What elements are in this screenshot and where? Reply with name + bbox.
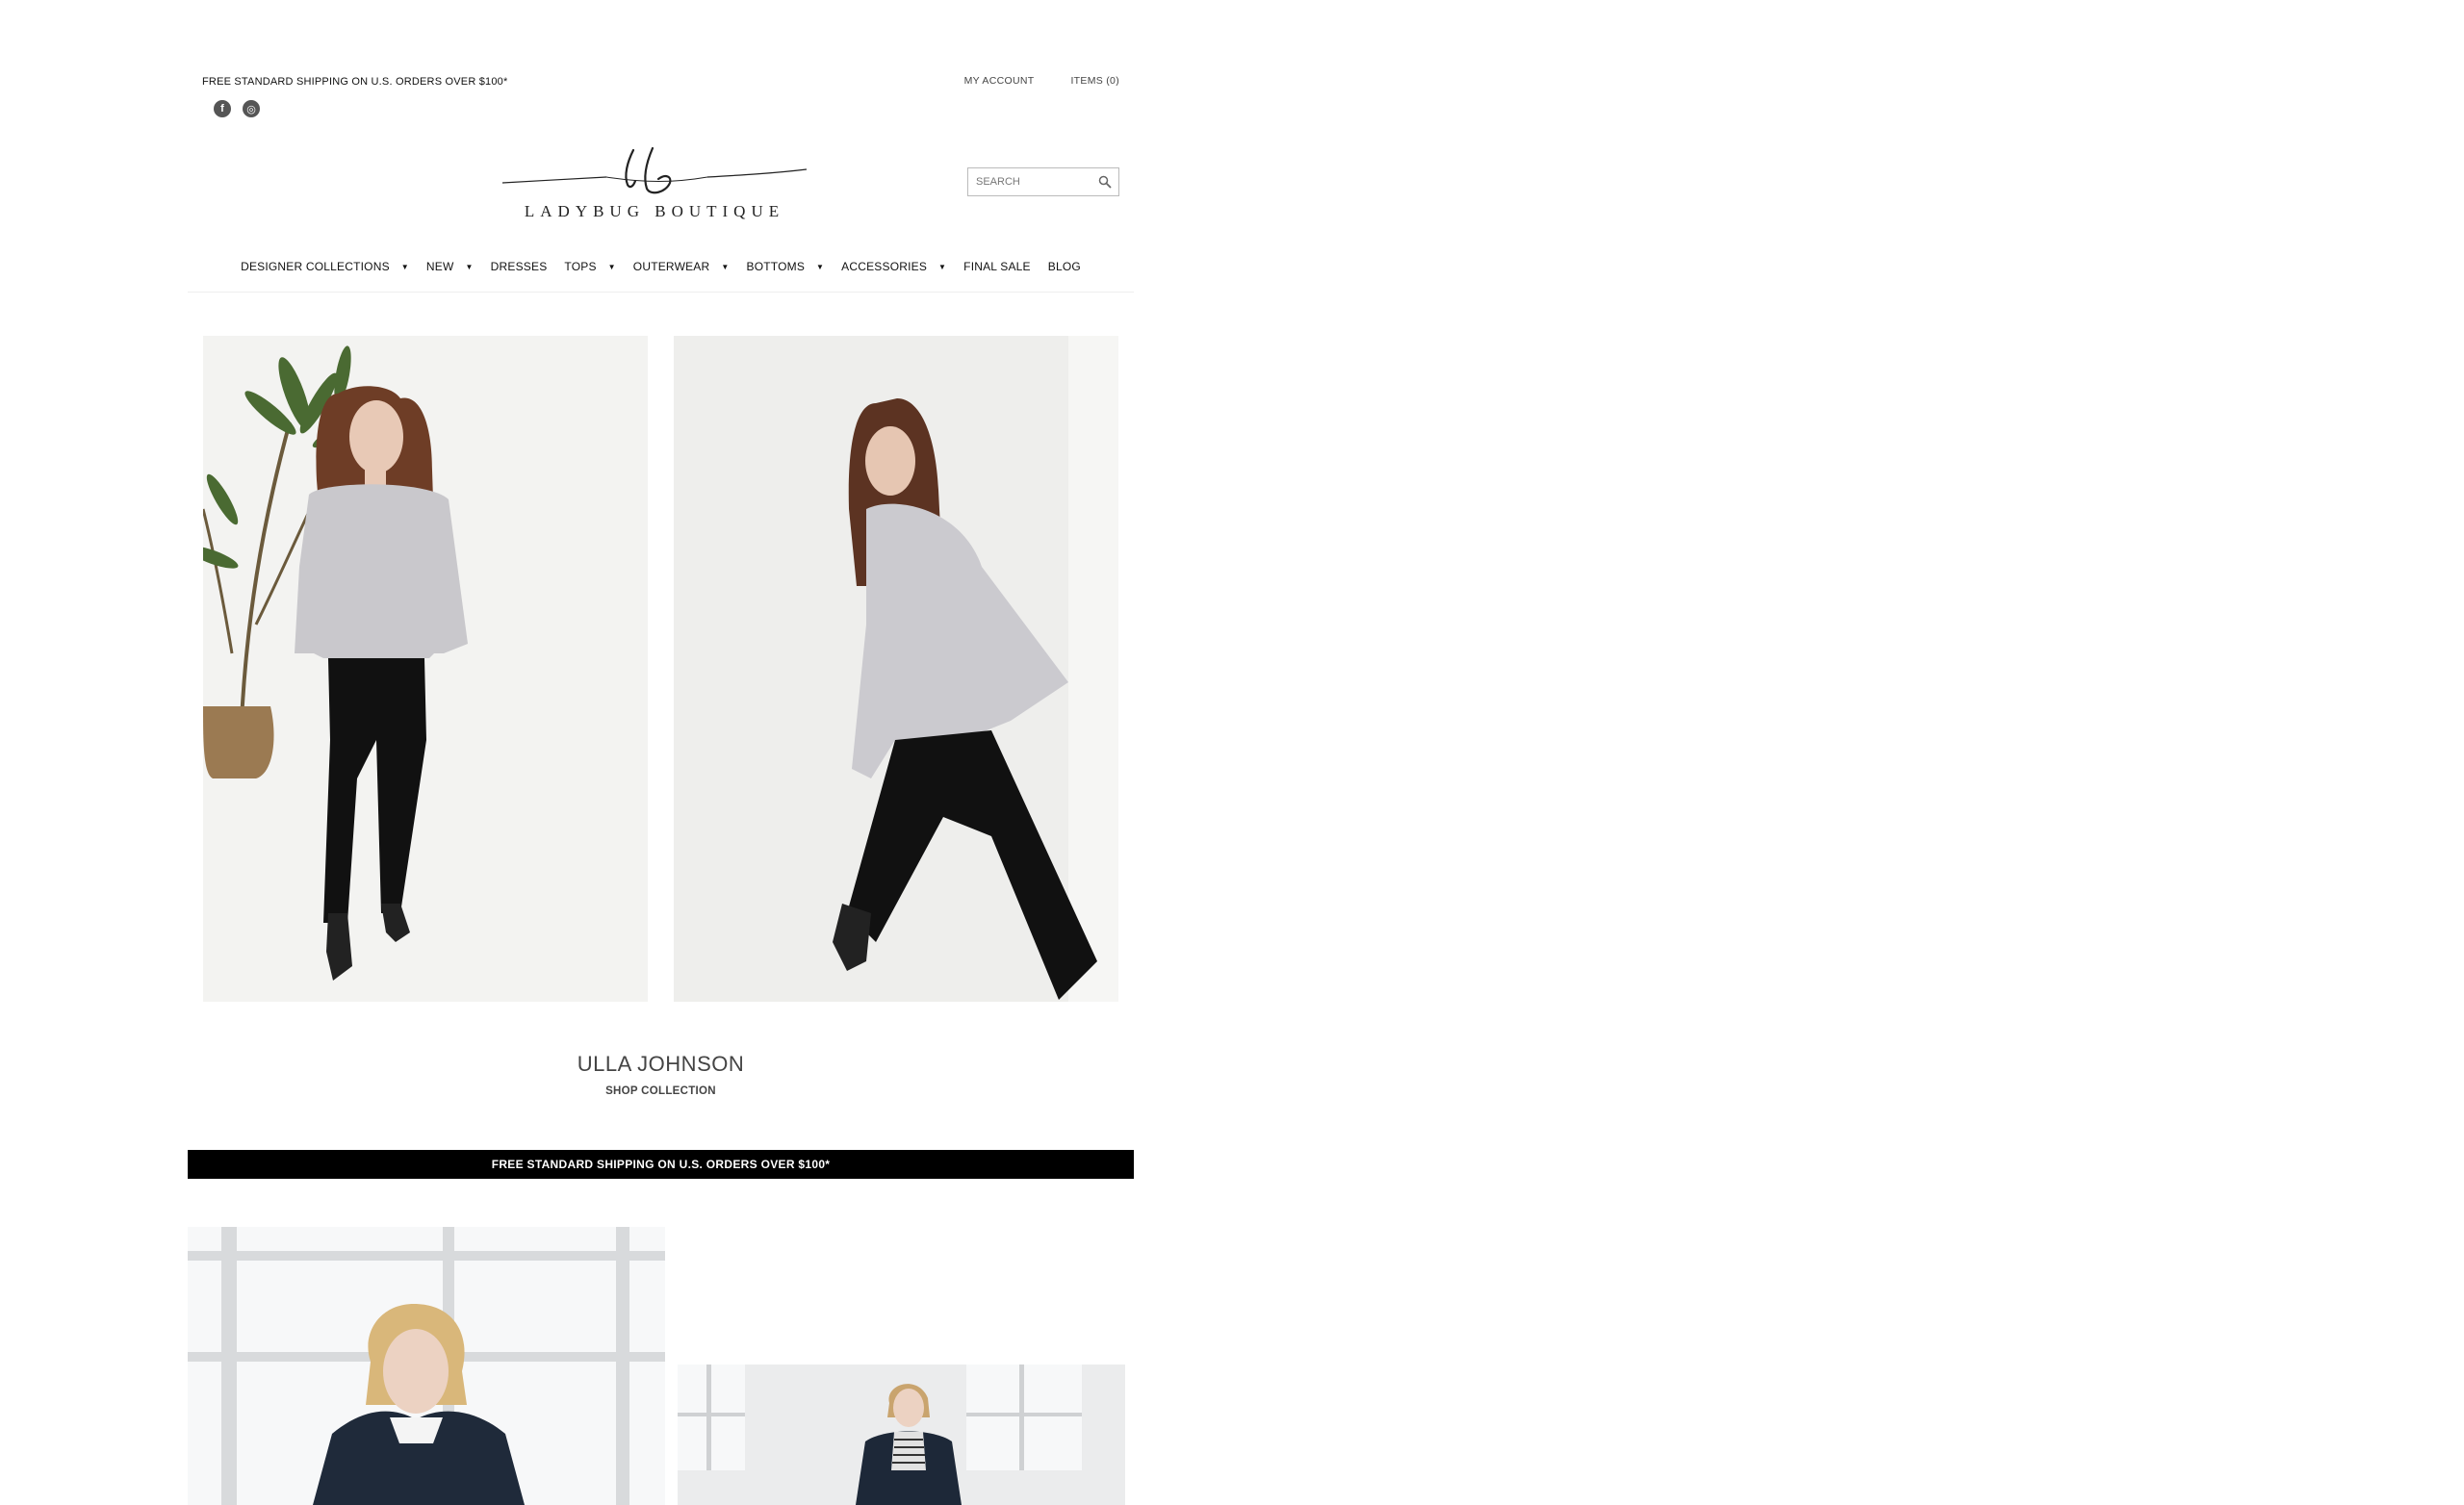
- caret-down-icon: ▼: [816, 262, 825, 271]
- site-container: FREE STANDARD SHIPPING ON U.S. ORDERS OV…: [188, 0, 1134, 1505]
- collection-title[interactable]: ULLA JOHNSON: [188, 1052, 1134, 1077]
- site-logo[interactable]: LADYBUG BOUTIQUE: [500, 135, 808, 231]
- nav-item-label: OUTERWEAR: [632, 260, 710, 273]
- nav-item-label: NEW: [425, 260, 454, 273]
- logo-monogram-mark: [501, 146, 808, 194]
- caret-down-icon: ▼: [607, 262, 616, 271]
- caret-down-icon: ▼: [465, 262, 474, 271]
- nav-final-sale[interactable]: FINAL SALE: [963, 260, 1031, 273]
- nav-dresses[interactable]: DRESSES: [491, 260, 548, 273]
- feature-image-left[interactable]: [188, 1227, 665, 1505]
- nav-accessories[interactable]: ACCESSORIES ▼: [841, 260, 946, 273]
- nav-item-label: FINAL SALE: [963, 260, 1031, 273]
- nav-item-label: TOPS: [564, 260, 597, 273]
- caret-down-icon: ▼: [721, 262, 730, 271]
- shipping-promo-bar: FREE STANDARD SHIPPING ON U.S. ORDERS OV…: [188, 1150, 1134, 1179]
- facebook-icon[interactable]: f: [214, 100, 231, 117]
- my-account-link[interactable]: MY ACCOUNT: [964, 75, 1035, 87]
- social-links: f ◎: [214, 100, 260, 117]
- nav-new[interactable]: NEW ▼: [426, 260, 474, 273]
- nav-outerwear[interactable]: OUTERWEAR ▼: [633, 260, 730, 273]
- nav-item-label: ACCESSORIES: [841, 260, 928, 273]
- page: FREE STANDARD SHIPPING ON U.S. ORDERS OV…: [0, 0, 2464, 1505]
- caret-down-icon: ▼: [938, 262, 947, 271]
- header-promo-text: FREE STANDARD SHIPPING ON U.S. ORDERS OV…: [202, 76, 508, 88]
- instagram-icon[interactable]: ◎: [243, 100, 260, 117]
- main-nav: DESIGNER COLLECTIONS ▼ NEW ▼ DRESSES TOP…: [188, 260, 1134, 273]
- feature-image-right[interactable]: [678, 1365, 1125, 1505]
- logo-wordmark: LADYBUG BOUTIQUE: [524, 202, 785, 220]
- hero-image-left[interactable]: [203, 336, 648, 1002]
- account-links: MY ACCOUNT ITEMS (0): [964, 75, 1119, 87]
- search-icon[interactable]: [1091, 168, 1118, 195]
- search-box: [967, 167, 1119, 196]
- nav-item-label: BLOG: [1047, 260, 1081, 273]
- search-input[interactable]: [968, 169, 1091, 194]
- caret-down-icon: ▼: [400, 262, 409, 271]
- nav-item-label: DESIGNER COLLECTIONS: [241, 260, 390, 273]
- nav-item-label: DRESSES: [490, 260, 548, 273]
- nav-bottoms[interactable]: BOTTOMS ▼: [747, 260, 825, 273]
- nav-designer-collections[interactable]: DESIGNER COLLECTIONS ▼: [241, 260, 409, 273]
- nav-item-label: BOTTOMS: [746, 260, 806, 273]
- cart-items-link[interactable]: ITEMS (0): [1070, 75, 1119, 87]
- nav-divider: [188, 292, 1134, 293]
- shop-collection-link[interactable]: SHOP COLLECTION: [188, 1085, 1134, 1097]
- nav-blog[interactable]: BLOG: [1048, 260, 1081, 273]
- hero-image-right[interactable]: [674, 336, 1118, 1002]
- nav-tops[interactable]: TOPS ▼: [564, 260, 615, 273]
